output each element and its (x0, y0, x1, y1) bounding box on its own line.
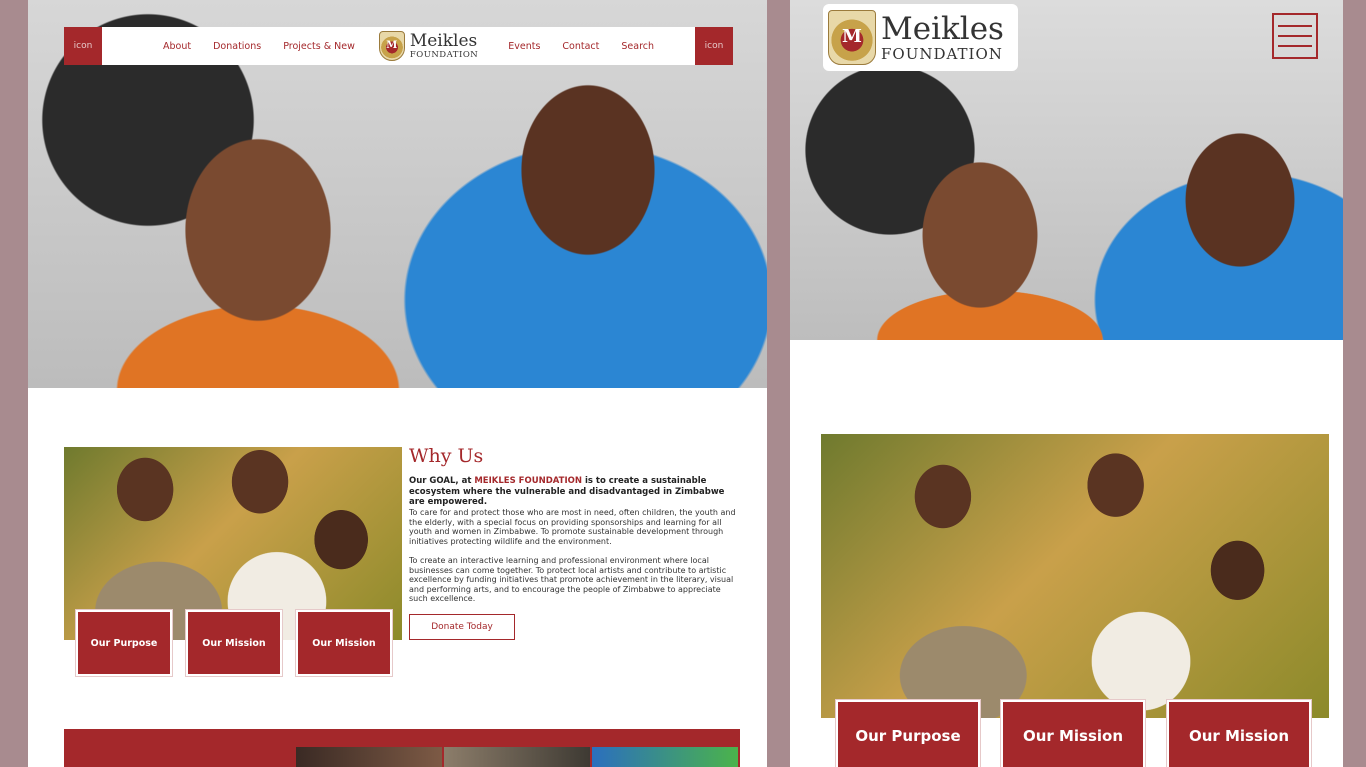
our-mission-button-mobile-2[interactable]: Our Mission (1167, 700, 1311, 767)
our-mission-button[interactable]: Our Mission (186, 610, 282, 676)
our-purpose-button-mobile[interactable]: Our Purpose (836, 700, 980, 767)
desktop-preview: icon About Donations Projects & New Meik… (28, 0, 767, 767)
our-mission-button-mobile[interactable]: Our Mission (1001, 700, 1145, 767)
why-paragraph-1: To care for and protect those who are mo… (409, 508, 736, 546)
projects-band (64, 729, 740, 767)
children-photo-mobile (821, 434, 1329, 718)
crest-logo-icon (378, 31, 405, 61)
left-nav-icon[interactable]: icon (64, 27, 102, 65)
right-nav-icon[interactable]: icon (695, 27, 733, 65)
mobile-preview: Meikles FOUNDATION Our Purpose Our Missi… (790, 0, 1343, 767)
top-navigation: icon About Donations Projects & New Meik… (64, 27, 733, 65)
donate-today-button[interactable]: Donate Today (409, 614, 515, 640)
hamburger-menu-icon[interactable] (1272, 13, 1318, 59)
why-paragraph-2: To create an interactive learning and pr… (409, 556, 734, 604)
why-us-heading: Why Us (409, 445, 484, 467)
nav-link-about[interactable]: About (163, 41, 191, 52)
crest-logo-icon (828, 10, 876, 65)
logo-subtitle-mobile: FOUNDATION (881, 44, 1003, 63)
logo-subtitle: FOUNDATION (409, 49, 479, 60)
nav-link-search[interactable]: Search (621, 41, 654, 52)
project-thumb-2 (444, 747, 590, 767)
project-thumb-1 (296, 747, 442, 767)
goal-statement: Our GOAL, at MEIKLES FOUNDATION is to cr… (409, 476, 725, 507)
nav-right-group: Events Contact Search (508, 41, 654, 52)
nav-link-projects[interactable]: Projects & New (283, 41, 355, 52)
nav-link-contact[interactable]: Contact (562, 41, 599, 52)
our-mission-button-2[interactable]: Our Mission (296, 610, 392, 676)
project-thumb-3 (592, 747, 738, 767)
logo-title: Meikles (409, 30, 478, 51)
logo-title-mobile: Meikles (881, 10, 1004, 47)
site-logo-mobile[interactable]: Meikles FOUNDATION (823, 4, 1018, 71)
our-purpose-button[interactable]: Our Purpose (76, 610, 172, 676)
nav-link-events[interactable]: Events (508, 41, 540, 52)
brand-name: MEIKLES FOUNDATION (474, 476, 582, 486)
site-logo[interactable]: Meikles FOUNDATION (378, 30, 479, 61)
nav-link-donations[interactable]: Donations (213, 41, 261, 52)
nav-left-group: About Donations Projects & New (163, 41, 355, 52)
